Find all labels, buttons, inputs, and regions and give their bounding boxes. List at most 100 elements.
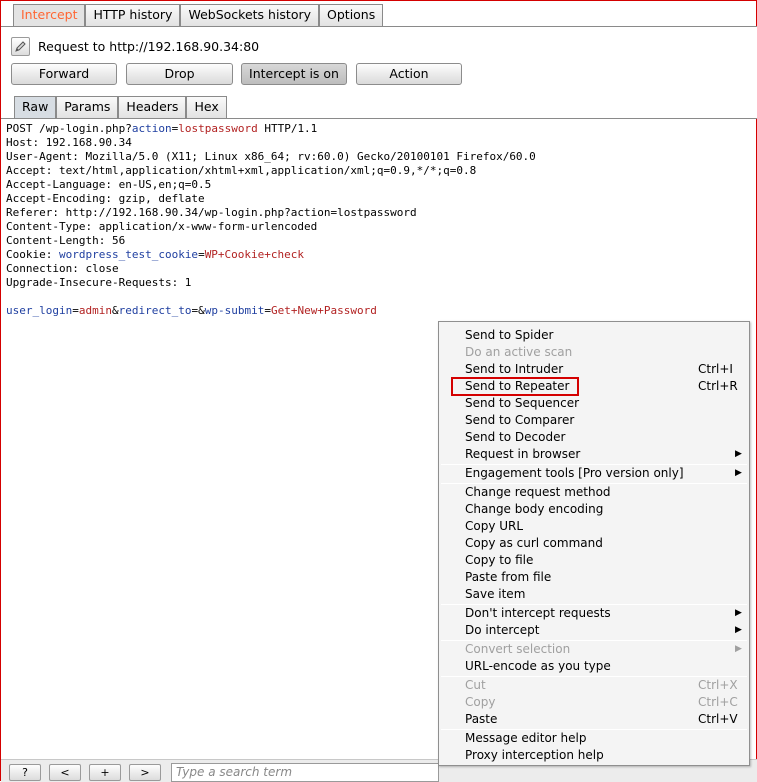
menu-url-encode-as-you-type[interactable]: URL-encode as you type xyxy=(439,658,749,675)
menu-label: Proxy interception help xyxy=(465,748,604,762)
submenu-arrow-icon: ▶ xyxy=(735,625,742,635)
add-button[interactable]: + xyxy=(89,764,121,781)
header-accept: Accept: text/html,application/xhtml+xml,… xyxy=(6,164,477,177)
header-accept-encoding: Accept-Encoding: gzip, deflate xyxy=(6,192,205,205)
param-value: lostpassword xyxy=(178,122,258,135)
menu-change-body-encoding[interactable]: Change body encoding xyxy=(439,501,749,518)
menu-request-in-browser[interactable]: Request in browser ▶ xyxy=(439,446,749,463)
menu-label: Change request method xyxy=(465,485,611,499)
submenu-arrow-icon: ▶ xyxy=(735,468,742,478)
header-upgrade-insecure: Upgrade-Insecure-Requests: 1 xyxy=(6,276,192,289)
equals-sign: = xyxy=(72,304,79,317)
tab-websockets-history[interactable]: WebSockets history xyxy=(180,4,320,26)
cookie-key: wordpress_test_cookie xyxy=(58,248,199,261)
ampersand: & xyxy=(198,304,205,317)
header-content-length: Content-Length: 56 xyxy=(6,234,126,247)
menu-label: Paste from file xyxy=(465,570,552,584)
edit-pencil-icon[interactable] xyxy=(11,37,30,56)
menu-shortcut: Ctrl+I xyxy=(698,362,733,376)
menu-send-to-decoder[interactable]: Send to Decoder xyxy=(439,429,749,446)
header-accept-language: Accept-Language: en-US,en;q=0.5 xyxy=(6,178,212,191)
action-button[interactable]: Action xyxy=(356,63,462,85)
request-body: user_login=admin&redirect_to=&wp-submit=… xyxy=(6,304,757,318)
menu-dont-intercept[interactable]: Don't intercept requests ▶ xyxy=(439,605,749,622)
menu-copy-url[interactable]: Copy URL xyxy=(439,518,749,535)
menu-label: Copy as curl command xyxy=(465,536,603,550)
search-input[interactable]: Type a search term xyxy=(171,763,439,782)
request-target-label: Request to http://192.168.90.34:80 xyxy=(38,39,260,54)
tab-hex[interactable]: Hex xyxy=(186,96,227,118)
menu-shortcut: Ctrl+X xyxy=(698,678,738,692)
menu-cut: Cut Ctrl+X xyxy=(439,677,749,694)
forward-button[interactable]: Forward xyxy=(11,63,117,85)
menu-label: URL-encode as you type xyxy=(465,659,611,673)
header-content-type: Content-Type: application/x-www-form-url… xyxy=(6,220,318,233)
drop-button[interactable]: Drop xyxy=(126,63,233,85)
menu-send-to-spider[interactable]: Send to Spider xyxy=(439,327,749,344)
menu-do-intercept[interactable]: Do intercept ▶ xyxy=(439,622,749,639)
next-match-button[interactable]: > xyxy=(129,764,161,781)
previous-match-button[interactable]: < xyxy=(49,764,81,781)
cookie-value: WP+Cookie+check xyxy=(204,248,305,261)
message-tabs: Raw Params Headers Hex xyxy=(14,96,227,118)
menu-label: Save item xyxy=(465,587,526,601)
menu-label: Do intercept xyxy=(465,623,540,637)
menu-shortcut: Ctrl+R xyxy=(698,379,738,393)
menu-label: Request in browser xyxy=(465,447,581,461)
body-key: user_login xyxy=(6,304,73,317)
tab-raw[interactable]: Raw xyxy=(14,96,57,118)
menu-change-request-method[interactable]: Change request method xyxy=(439,484,749,501)
menu-engagement-tools[interactable]: Engagement tools [Pro version only] ▶ xyxy=(439,465,749,482)
menu-label: Send to Decoder xyxy=(465,430,566,444)
request-line: POST /wp-login.php?action=lostpassword H… xyxy=(6,122,757,136)
menu-label: Don't intercept requests xyxy=(465,606,611,620)
menu-copy-as-curl[interactable]: Copy as curl command xyxy=(439,535,749,552)
menu-label: Send to Sequencer xyxy=(465,396,580,410)
menu-proxy-interception-help[interactable]: Proxy interception help xyxy=(439,747,749,764)
ampersand: & xyxy=(111,304,119,317)
header-user-agent: User-Agent: Mozilla/5.0 (X11; Linux x86_… xyxy=(6,150,536,163)
menu-label: Send to Intruder xyxy=(465,362,564,376)
tab-http-history[interactable]: HTTP history xyxy=(85,4,181,26)
body-key: wp-submit xyxy=(204,304,265,317)
menu-label: Send to Spider xyxy=(465,328,554,342)
send-to-repeater-highlight xyxy=(451,377,579,396)
menu-copy-to-file[interactable]: Copy to file xyxy=(439,552,749,569)
menu-label: Message editor help xyxy=(465,731,587,745)
menu-save-item[interactable]: Save item xyxy=(439,586,749,603)
body-value: admin xyxy=(78,304,112,317)
menu-label: Engagement tools [Pro version only] xyxy=(465,466,684,480)
menu-convert-selection: Convert selection ▶ xyxy=(439,641,749,658)
request-line-path: POST /wp-login.php? xyxy=(6,122,132,135)
menu-copy: Copy Ctrl+C xyxy=(439,694,749,711)
equals-sign: = xyxy=(198,248,205,261)
menu-label: Copy to file xyxy=(465,553,534,567)
submenu-arrow-icon: ▶ xyxy=(735,608,742,618)
tab-params[interactable]: Params xyxy=(56,96,119,118)
intercept-toggle-button[interactable]: Intercept is on xyxy=(241,63,347,85)
menu-message-editor-help[interactable]: Message editor help xyxy=(439,730,749,747)
menu-send-to-comparer[interactable]: Send to Comparer xyxy=(439,412,749,429)
menu-label: Change body encoding xyxy=(465,502,604,516)
menu-label: Copy xyxy=(465,695,496,709)
menu-shortcut: Ctrl+V xyxy=(698,712,738,726)
submenu-arrow-icon: ▶ xyxy=(735,644,742,654)
cookie-header-name: Cookie: xyxy=(6,248,59,261)
request-line-protocol: HTTP/1.1 xyxy=(257,122,318,135)
menu-label: Convert selection xyxy=(465,642,571,656)
tab-intercept[interactable]: Intercept xyxy=(13,4,86,26)
equals-sign: = xyxy=(264,304,271,317)
menu-active-scan: Do an active scan xyxy=(439,344,749,361)
menu-send-to-sequencer[interactable]: Send to Sequencer xyxy=(439,395,749,412)
header-connection: Connection: close xyxy=(6,262,119,275)
menu-label: Copy URL xyxy=(465,519,524,533)
tab-options[interactable]: Options xyxy=(319,4,384,26)
help-button[interactable]: ? xyxy=(9,764,41,781)
menu-send-to-intruder[interactable]: Send to Intruder Ctrl+I xyxy=(439,361,749,378)
menu-paste[interactable]: Paste Ctrl+V xyxy=(439,711,749,728)
menu-label: Do an active scan xyxy=(465,345,573,359)
tab-headers[interactable]: Headers xyxy=(118,96,187,118)
menu-paste-from-file[interactable]: Paste from file xyxy=(439,569,749,586)
header-cookie: Cookie: wordpress_test_cookie=WP+Cookie+… xyxy=(6,248,757,262)
